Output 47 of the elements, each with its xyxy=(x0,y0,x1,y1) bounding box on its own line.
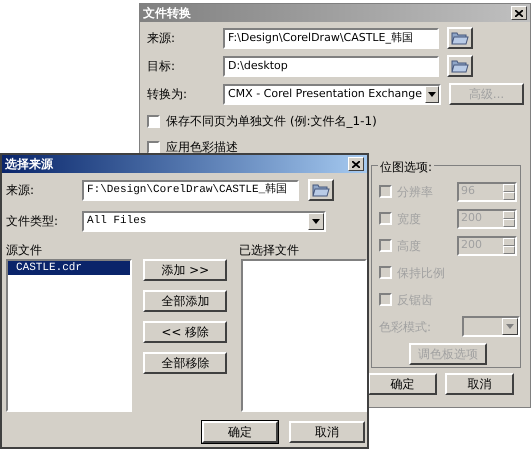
move-button[interactable]: 全部添加 xyxy=(143,290,228,312)
window-title: 文件转换 xyxy=(143,5,191,22)
browse-button[interactable] xyxy=(308,179,334,201)
dropdown-arrow-icon xyxy=(506,324,514,329)
spin-arrows-icon xyxy=(503,210,515,226)
dropdown-arrow-icon xyxy=(312,218,320,224)
dropdown[interactable]: All Files xyxy=(82,210,326,232)
browse-button[interactable] xyxy=(447,55,473,77)
field-label: 转换为: xyxy=(147,86,188,103)
dialog-button[interactable]: 确定 xyxy=(202,421,278,443)
move-button[interactable]: << 移除 xyxy=(143,321,228,343)
dropdown-value: CMX - Corel Presentation Exchange xyxy=(227,86,424,102)
dialog-button[interactable]: 确定 xyxy=(368,373,437,395)
folder-icon xyxy=(451,59,469,73)
spin-arrows-icon xyxy=(503,238,515,254)
field-label: 来源: xyxy=(147,30,176,47)
dropdown[interactable] xyxy=(462,316,520,337)
close-icon xyxy=(515,10,523,16)
checkbox-label: 保存不同页为单独文件 (例:文件名_1-1) xyxy=(166,113,377,130)
move-button[interactable]: 添加 >> xyxy=(143,259,228,281)
text-field[interactable]: F:\Design\CorelDraw\CASTLE_韩国 xyxy=(223,28,439,48)
list-label: 源文件 xyxy=(6,242,43,259)
list-label: 已选择文件 xyxy=(239,242,299,259)
checkbox-label: 应用色彩描述 xyxy=(166,139,238,156)
dropdown-arrow-icon xyxy=(428,92,436,96)
dropdown-value: All Files xyxy=(86,214,148,229)
dropdown[interactable]: CMX - Corel Presentation Exchange xyxy=(223,84,441,104)
folder-icon xyxy=(312,183,330,197)
checkbox[interactable] xyxy=(147,114,160,128)
text-field[interactable]: D:\desktop xyxy=(223,56,439,76)
dialog-button[interactable]: 取消 xyxy=(445,373,514,395)
spin-arrows-icon xyxy=(503,184,515,200)
field-label: 目标: xyxy=(147,58,176,75)
field-label: 文件类型: xyxy=(6,213,60,230)
list-item[interactable]: CASTLE.cdr xyxy=(8,261,130,275)
dialog-button[interactable]: 取消 xyxy=(289,421,365,443)
checkbox[interactable] xyxy=(147,140,160,154)
close-button[interactable] xyxy=(348,157,364,171)
browse-button[interactable] xyxy=(447,27,473,49)
text-field[interactable]: F:\Design\CorelDraw\CASTLE_韩国 xyxy=(82,180,299,200)
group-title: 位图选项: xyxy=(378,158,434,176)
move-button[interactable]: 全部移除 xyxy=(143,352,228,374)
close-button[interactable] xyxy=(511,6,527,20)
window-title: 选择来源 xyxy=(5,156,53,173)
field-label: 来源: xyxy=(6,182,36,199)
folder-icon xyxy=(451,31,469,45)
close-icon xyxy=(352,160,360,168)
